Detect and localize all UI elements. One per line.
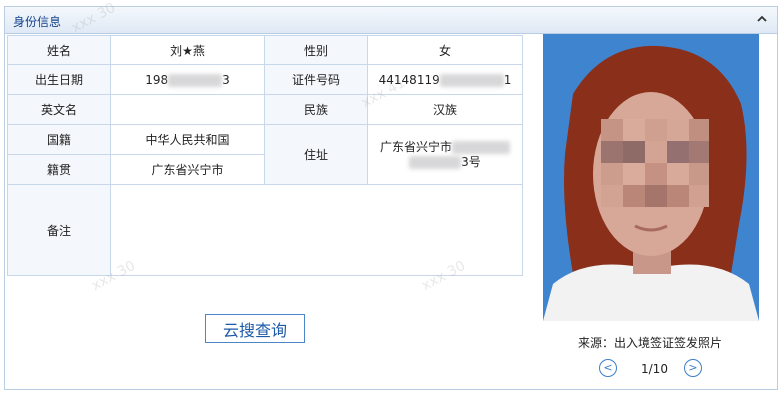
id-number-label: 证件号码 <box>264 64 368 95</box>
english-name-label: 英文名 <box>7 94 111 125</box>
redacted-mask <box>409 155 462 169</box>
birth-date-prefix: 198 <box>145 72 169 87</box>
address-line-1: 广东省兴宁市 <box>369 139 522 155</box>
photo-page-indicator: 1/10 <box>641 362 668 376</box>
english-name-value <box>110 94 265 125</box>
next-photo-button[interactable]: > <box>684 359 702 377</box>
id-number-prefix: 44148119 <box>378 72 440 87</box>
ethnicity-value: 汉族 <box>367 94 523 125</box>
address-line-1-text: 广东省兴宁市 <box>379 139 452 154</box>
birth-date-value: 198 3 <box>110 64 265 95</box>
name-text: 刘★燕 <box>170 43 205 58</box>
table-row: 英文名 民族 汉族 <box>7 94 523 125</box>
address-line-2: 3号 <box>369 154 522 170</box>
panel-title: 身份信息 <box>13 15 62 29</box>
cloud-search-button[interactable]: 云搜查询 <box>205 314 305 343</box>
identity-table: 姓名 刘★燕 性别 女 出生日期 198 3 证件号码 44148119 1 英文名… <box>7 35 523 276</box>
table-row: 姓名 刘★燕 性别 女 <box>7 35 523 65</box>
native-place-value: 广东省兴宁市 <box>110 154 265 185</box>
ethnicity-label: 民族 <box>264 94 368 125</box>
remarks-label: 备注 <box>7 184 111 276</box>
id-number-value: 44148119 1 <box>367 64 523 95</box>
address-line-2-text: 3号 <box>461 154 481 169</box>
address-value: 广东省兴宁市 3号 <box>367 124 523 185</box>
gender-label: 性别 <box>264 35 368 65</box>
nationality-value: 中华人民共和国 <box>110 124 265 155</box>
chevron-up-icon[interactable] <box>755 12 769 26</box>
gender-value: 女 <box>367 35 523 65</box>
birth-date-label: 出生日期 <box>7 64 111 95</box>
name-value: 刘★燕 <box>110 35 265 65</box>
redacted-mask <box>439 73 504 87</box>
table-row: 出生日期 198 3 证件号码 44148119 1 <box>7 64 523 95</box>
table-row: 备注 <box>7 184 523 276</box>
redacted-mask <box>452 140 510 154</box>
birth-date-suffix: 3 <box>222 72 230 87</box>
remarks-value <box>110 184 523 276</box>
redacted-mask <box>168 73 223 87</box>
panel-header: 身份信息 <box>5 7 777 34</box>
name-label: 姓名 <box>7 35 111 65</box>
portrait-image <box>543 34 759 321</box>
prev-photo-button[interactable]: < <box>599 359 617 377</box>
id-photo <box>543 34 759 321</box>
id-number-suffix: 1 <box>503 72 512 87</box>
address-label: 住址 <box>264 124 368 185</box>
native-place-label: 籍贯 <box>7 154 111 185</box>
photo-source: 来源：出入境签证签发照片 <box>577 336 722 350</box>
table-row: 国籍 中华人民共和国 住址 广东省兴宁市 3号 <box>7 124 523 185</box>
nationality-label: 国籍 <box>7 124 111 155</box>
